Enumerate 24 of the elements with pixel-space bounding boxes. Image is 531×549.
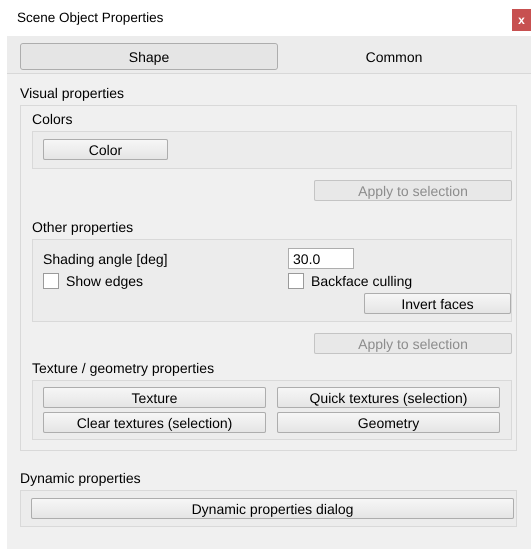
close-button[interactable]: x xyxy=(512,9,531,31)
group-label: Texture / geometry properties xyxy=(32,359,216,377)
texture-button[interactable]: Texture xyxy=(43,387,266,408)
checkbox-label: Backface culling xyxy=(311,273,412,289)
checkbox-box[interactable] xyxy=(43,273,59,289)
checkbox[interactable]: Backface culling xyxy=(288,273,511,289)
texture-button[interactable]: Clear textures (selection) xyxy=(43,412,266,433)
texture-button[interactable]: Quick textures (selection) xyxy=(277,387,500,408)
checkbox-box[interactable] xyxy=(288,273,304,289)
tab[interactable]: Common xyxy=(278,43,510,70)
checkbox[interactable]: Show edges xyxy=(43,273,288,289)
checkbox-label: Show edges xyxy=(66,273,144,289)
section-label: Dynamic properties xyxy=(20,469,142,487)
window-title: Scene Object Properties xyxy=(17,10,164,25)
input-field[interactable]: 30.0 xyxy=(288,248,354,269)
group-label: Other properties xyxy=(32,218,134,236)
dynamic-properties-button[interactable]: Dynamic properties dialog xyxy=(31,498,514,519)
texture-button[interactable]: Geometry xyxy=(277,412,500,433)
field-label: Shading angle [deg] xyxy=(43,250,169,266)
color-button[interactable]: Color xyxy=(43,139,168,160)
group-label: Colors xyxy=(32,110,74,128)
tab[interactable]: Shape xyxy=(20,43,278,70)
section-label: Visual properties xyxy=(20,84,126,102)
invert-faces-button[interactable]: Invert faces xyxy=(364,293,511,314)
